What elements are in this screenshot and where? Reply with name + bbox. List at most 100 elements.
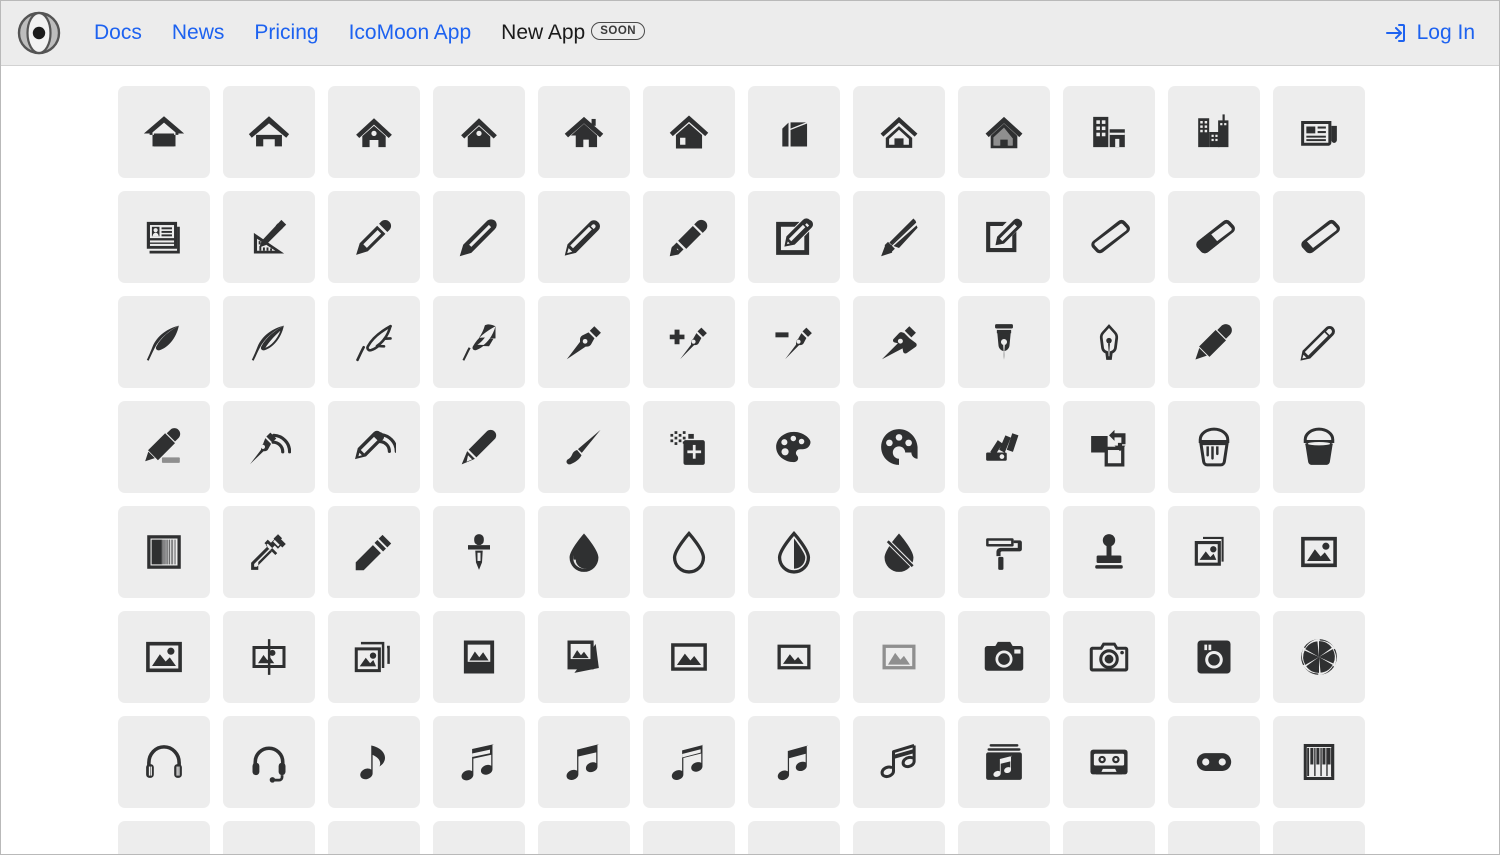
icon-tile-marker[interactable] xyxy=(1168,296,1260,388)
icon-tile-marker-3[interactable] xyxy=(433,401,525,493)
icon-tile-newspaper-2[interactable] xyxy=(118,191,210,283)
icon-tile-pen-2[interactable] xyxy=(643,191,735,283)
icon-tile-images-2[interactable] xyxy=(328,611,420,703)
icon-tile-home-8[interactable] xyxy=(853,86,945,178)
icon-tile-eraser[interactable] xyxy=(1063,191,1155,283)
icon-tile-pen-4[interactable] xyxy=(853,191,945,283)
icon-tile-home-5[interactable] xyxy=(538,86,630,178)
icon-tile-droplet[interactable] xyxy=(538,506,630,598)
icon-tile-pen[interactable] xyxy=(538,191,630,283)
icon-tile-quill-2[interactable] xyxy=(223,296,315,388)
icon-tile-home-7[interactable] xyxy=(748,86,840,178)
icon-tile-paint-roller[interactable] xyxy=(958,506,1050,598)
icon-tile-row8-9[interactable] xyxy=(958,821,1050,854)
icon-tile-newspaper[interactable] xyxy=(1273,86,1365,178)
icon-tile-camera-3[interactable] xyxy=(1168,611,1260,703)
icon-tile-image-compare[interactable] xyxy=(223,611,315,703)
icon-tile-brush[interactable] xyxy=(538,401,630,493)
icon-tile-droplet-off[interactable] xyxy=(853,506,945,598)
icon-tile-fountain-pen-2[interactable] xyxy=(1063,296,1155,388)
icon-tile-eraser-2[interactable] xyxy=(1168,191,1260,283)
icon-tile-quill-4[interactable] xyxy=(433,296,525,388)
icon-tile-quill[interactable] xyxy=(118,296,210,388)
icon-tile-music-2[interactable] xyxy=(433,716,525,808)
icon-tile-music-6[interactable] xyxy=(853,716,945,808)
icon-tile-gradient[interactable] xyxy=(118,506,210,598)
icon-tile-row8-1[interactable] xyxy=(118,821,210,854)
icon-tile-palette[interactable] xyxy=(748,401,840,493)
icon-tile-home-6[interactable] xyxy=(643,86,735,178)
icon-tile-color-sampler[interactable] xyxy=(958,401,1050,493)
icon-tile-pen-6[interactable] xyxy=(538,296,630,388)
icon-tile-image-4[interactable] xyxy=(748,611,840,703)
icon-tile-marker-2[interactable] xyxy=(1273,296,1365,388)
icon-tile-row8-5[interactable] xyxy=(538,821,630,854)
icon-tile-eyedropper-3[interactable] xyxy=(433,506,525,598)
icon-tile-images[interactable] xyxy=(1168,506,1260,598)
icon-tile-row8-10[interactable] xyxy=(1063,821,1155,854)
icon-tile-row8-12[interactable] xyxy=(1273,821,1365,854)
icon-tile-image-5[interactable] xyxy=(853,611,945,703)
icon-tile-spray[interactable] xyxy=(643,401,735,493)
icon-tile-stamp[interactable] xyxy=(1063,506,1155,598)
icon-tile-image-3[interactable] xyxy=(643,611,735,703)
icon-tile-row8-7[interactable] xyxy=(748,821,840,854)
icon-grid-scroll-area[interactable] xyxy=(1,67,1499,854)
icon-tile-camera-2[interactable] xyxy=(1063,611,1155,703)
icon-tile-fountain-pen[interactable] xyxy=(958,296,1050,388)
icon-tile-pen-minus[interactable] xyxy=(748,296,840,388)
icon-tile-eraser-3[interactable] xyxy=(1273,191,1365,283)
icon-tile-home-2[interactable] xyxy=(223,86,315,178)
icon-tile-image[interactable] xyxy=(1273,506,1365,598)
icon-tile-swap-colors[interactable] xyxy=(1063,401,1155,493)
icon-tile-quill-3[interactable] xyxy=(328,296,420,388)
icon-tile-headphones[interactable] xyxy=(118,716,210,808)
icon-tile-droplet-contrast[interactable] xyxy=(748,506,840,598)
icon-tile-music[interactable] xyxy=(328,716,420,808)
icon-tile-home-4[interactable] xyxy=(433,86,525,178)
nav-item-pricing[interactable]: Pricing xyxy=(239,21,333,45)
icon-tile-bucket-2[interactable] xyxy=(1273,401,1365,493)
icon-tile-images-3[interactable] xyxy=(538,611,630,703)
icon-tile-pen-plus[interactable] xyxy=(643,296,735,388)
icon-tile-pencil-wireless[interactable] xyxy=(328,401,420,493)
icon-tile-album[interactable] xyxy=(958,716,1050,808)
icon-tile-shutter[interactable] xyxy=(1273,611,1365,703)
icon-tile-row8-4[interactable] xyxy=(433,821,525,854)
icon-tile-audio-reel[interactable] xyxy=(1168,716,1260,808)
icon-tile-pen-5[interactable] xyxy=(958,191,1050,283)
icon-tile-piano[interactable] xyxy=(1273,716,1365,808)
icon-tile-palette-2[interactable] xyxy=(853,401,945,493)
icon-tile-music-5[interactable] xyxy=(748,716,840,808)
icon-tile-office[interactable] xyxy=(1063,86,1155,178)
icon-tile-music-4[interactable] xyxy=(643,716,735,808)
icon-tile-home[interactable] xyxy=(118,86,210,178)
icon-tile-city[interactable] xyxy=(1168,86,1260,178)
icon-tile-pencil[interactable] xyxy=(328,191,420,283)
icon-tile-bucket[interactable] xyxy=(1168,401,1260,493)
icon-tile-tape[interactable] xyxy=(1063,716,1155,808)
icon-tile-highlight[interactable] xyxy=(118,401,210,493)
icon-tile-pencil-2[interactable] xyxy=(433,191,525,283)
icon-tile-row8-6[interactable] xyxy=(643,821,735,854)
icon-tile-home-9[interactable] xyxy=(958,86,1050,178)
icon-tile-pen-wireless[interactable] xyxy=(223,401,315,493)
icon-tile-row8-3[interactable] xyxy=(328,821,420,854)
icon-tile-camera[interactable] xyxy=(958,611,1050,703)
icon-tile-design[interactable] xyxy=(223,191,315,283)
icon-tile-home-3[interactable] xyxy=(328,86,420,178)
icon-tile-droplet-2[interactable] xyxy=(643,506,735,598)
icon-tile-music-3[interactable] xyxy=(538,716,630,808)
nav-item-docs[interactable]: Docs xyxy=(79,21,157,45)
icon-tile-row8-2[interactable] xyxy=(223,821,315,854)
icon-tile-eyedropper-2[interactable] xyxy=(328,506,420,598)
icon-tile-headset[interactable] xyxy=(223,716,315,808)
icon-tile-row8-11[interactable] xyxy=(1168,821,1260,854)
login-button[interactable]: Log In xyxy=(1384,21,1481,45)
icomoon-eye-logo[interactable] xyxy=(17,11,61,55)
nav-item-news[interactable]: News xyxy=(157,21,240,45)
icon-tile-eyedropper[interactable] xyxy=(223,506,315,598)
icon-tile-pen-7[interactable] xyxy=(853,296,945,388)
icon-tile-pen-3[interactable] xyxy=(748,191,840,283)
nav-item-new-app[interactable]: New App xyxy=(486,21,591,45)
